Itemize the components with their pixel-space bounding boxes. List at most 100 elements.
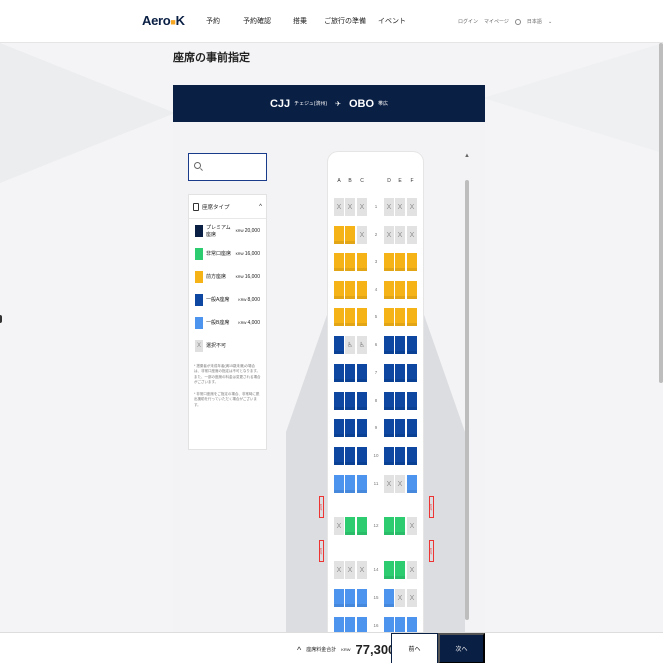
language-selector[interactable]: 日本語 (527, 18, 542, 25)
seat-unavailable: X (345, 198, 355, 216)
seat-12D[interactable] (384, 517, 394, 535)
site-header: Aero■K 予約 予約確認 搭乗 ご旅行の準備 イベント ログイン マイページ… (0, 0, 663, 43)
right-wing (423, 312, 465, 432)
seat-7C[interactable] (357, 364, 367, 382)
seat-10F[interactable] (407, 447, 417, 465)
seat-5B[interactable] (345, 308, 355, 326)
seat-10D[interactable] (384, 447, 394, 465)
row-number: 16 (373, 623, 379, 628)
seat-2A[interactable] (334, 226, 344, 244)
search-input[interactable] (203, 158, 263, 176)
seat-8A[interactable] (334, 392, 344, 410)
seat-3D[interactable] (384, 253, 394, 271)
seat-3E[interactable] (395, 253, 405, 271)
fare-total[interactable]: ^ 座席料金合計 KRW 77,300 (297, 642, 395, 657)
seat-6E[interactable] (395, 336, 405, 354)
nav-events[interactable]: イベント (378, 16, 406, 26)
seat-15C[interactable] (357, 589, 367, 607)
seat-10A[interactable] (334, 447, 344, 465)
seat-9A[interactable] (334, 419, 344, 437)
legend-item: プレミアム座席 KRW20,000 (189, 219, 266, 242)
total-currency: KRW (341, 647, 351, 652)
legend-price: KRW8,000 (238, 297, 260, 303)
next-button[interactable]: 次へ (438, 633, 485, 663)
seat-4D[interactable] (384, 281, 394, 299)
column-label: A (337, 178, 341, 184)
nav-travel-prep[interactable]: ご旅行の準備 (324, 16, 378, 26)
price-currency: KRW (238, 320, 247, 325)
seat-8F[interactable] (407, 392, 417, 410)
seat-15B[interactable] (345, 589, 355, 607)
seat-8B[interactable] (345, 392, 355, 410)
scroll-thumb[interactable] (465, 180, 469, 620)
scroll-up-icon[interactable]: ▲ (464, 153, 470, 159)
seat-8D[interactable] (384, 392, 394, 410)
row-number: 3 (374, 259, 378, 264)
passenger-search-box[interactable] (188, 153, 267, 181)
seat-7B[interactable] (345, 364, 355, 382)
seat-9D[interactable] (384, 419, 394, 437)
seat-5C[interactable] (357, 308, 367, 326)
mypage-link[interactable]: マイページ (484, 18, 509, 25)
seat-9B[interactable] (345, 419, 355, 437)
seat-11B[interactable] (345, 475, 355, 493)
seat-12B[interactable] (345, 517, 355, 535)
seat-10B[interactable] (345, 447, 355, 465)
seat-7A[interactable] (334, 364, 344, 382)
seat-6A[interactable] (334, 336, 344, 354)
seat-3A[interactable] (334, 253, 344, 271)
seat-5A[interactable] (334, 308, 344, 326)
seat-9C[interactable] (357, 419, 367, 437)
seat-4B[interactable] (345, 281, 355, 299)
nav-boarding[interactable]: 搭乗 (293, 16, 324, 26)
seat-7D[interactable] (384, 364, 394, 382)
seat-9F[interactable] (407, 419, 417, 437)
seat-6F[interactable] (407, 336, 417, 354)
row-number: 12 (373, 523, 379, 528)
seat-4C[interactable] (357, 281, 367, 299)
row-number: 1 (374, 204, 378, 209)
seat-2B[interactable] (345, 226, 355, 244)
seat-5F[interactable] (407, 308, 417, 326)
seat-6D[interactable] (384, 336, 394, 354)
seat-unavailable: X (407, 589, 417, 607)
seat-3C[interactable] (357, 253, 367, 271)
legend-label: 前方座席 (206, 274, 227, 280)
seat-4A[interactable] (334, 281, 344, 299)
nav-reserve[interactable]: 予約 (206, 16, 243, 26)
seat-10C[interactable] (357, 447, 367, 465)
seat-3F[interactable] (407, 253, 417, 271)
chevron-up-icon[interactable]: ^ (259, 204, 262, 210)
seatmap-scrollbar[interactable]: ▲ (464, 153, 470, 643)
prev-button[interactable]: 前へ (391, 633, 438, 663)
seat-11C[interactable] (357, 475, 367, 493)
seat-11A[interactable] (334, 475, 344, 493)
seat-7F[interactable] (407, 364, 417, 382)
exit-marker: EXIT (429, 540, 434, 562)
seat-selection-panel: 座席タイプ ^ プレミアム座席 KRW20,000 非常口座席 KRW16,000 前方… (173, 122, 485, 642)
seat-5D[interactable] (384, 308, 394, 326)
seat-12C[interactable] (357, 517, 367, 535)
page-scrollbar[interactable] (659, 43, 663, 383)
seat-4F[interactable] (407, 281, 417, 299)
seat-10E[interactable] (395, 447, 405, 465)
seat-4E[interactable] (395, 281, 405, 299)
seat-9E[interactable] (395, 419, 405, 437)
legend-header[interactable]: 座席タイプ ^ (189, 195, 266, 219)
seat-11F[interactable] (407, 475, 417, 493)
seat-3B[interactable] (345, 253, 355, 271)
nav-reservation-check[interactable]: 予約確認 (243, 16, 293, 26)
seat-14E[interactable] (395, 561, 405, 579)
seat-12E[interactable] (395, 517, 405, 535)
seat-15D[interactable] (384, 589, 394, 607)
brand-logo[interactable]: Aero■K (142, 13, 185, 28)
seat-14D[interactable] (384, 561, 394, 579)
login-link[interactable]: ログイン (458, 18, 478, 25)
chevron-up-icon[interactable]: ^ (297, 645, 301, 655)
seat-15A[interactable] (334, 589, 344, 607)
seat-8C[interactable] (357, 392, 367, 410)
seat-8E[interactable] (395, 392, 405, 410)
price-currency: KRW (235, 251, 244, 256)
seat-5E[interactable] (395, 308, 405, 326)
seat-7E[interactable] (395, 364, 405, 382)
